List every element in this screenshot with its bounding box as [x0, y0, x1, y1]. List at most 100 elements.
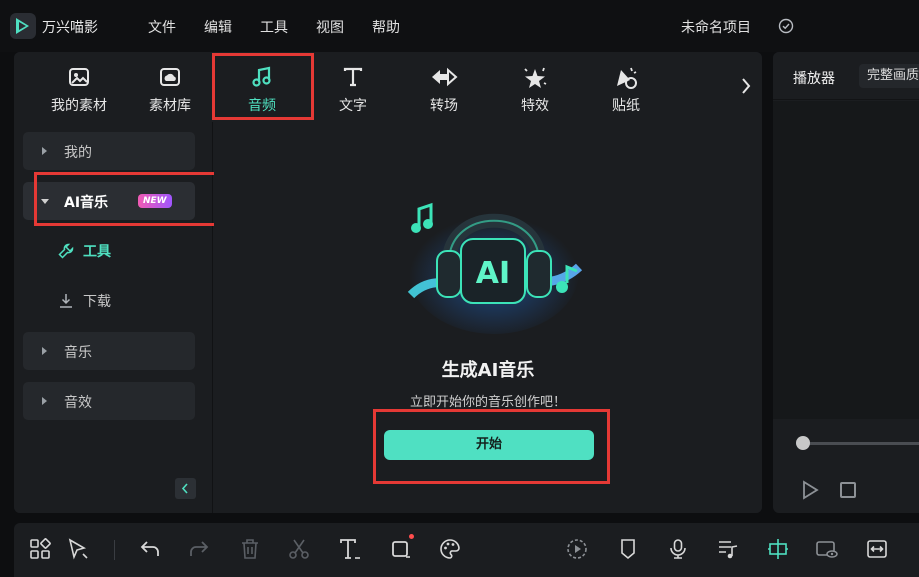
tab-label: 素材库 — [149, 98, 191, 114]
microphone-icon — [670, 539, 686, 559]
marker-button[interactable] — [616, 537, 640, 561]
video-preview — [773, 101, 919, 419]
marker-shield-icon — [621, 539, 635, 560]
text-t-icon — [340, 539, 360, 559]
preview-window-button[interactable] — [815, 537, 839, 561]
generate-subtitle: 立即开始你的音乐创作吧！ — [409, 395, 566, 410]
snap-button[interactable] — [766, 537, 790, 561]
sticker-icon — [617, 67, 637, 89]
play-icon[interactable] — [801, 480, 819, 500]
new-badge: NEW — [138, 194, 172, 208]
tab-label: 贴纸 — [612, 98, 640, 114]
split-button[interactable] — [287, 537, 311, 561]
chevron-left-icon — [181, 483, 188, 494]
color-button[interactable] — [438, 537, 462, 561]
sidebar-item-music[interactable]: 音乐 — [23, 332, 195, 370]
image-icon — [69, 68, 89, 86]
wrench-icon — [58, 243, 74, 259]
menu-view[interactable]: 视图 — [316, 17, 344, 37]
text-tool-button[interactable] — [338, 537, 362, 561]
tab-transition[interactable]: 转场 — [398, 52, 490, 122]
tab-library[interactable]: 素材库 — [124, 52, 216, 122]
layout-grid-button[interactable] — [28, 537, 52, 561]
stop-button[interactable] — [840, 482, 856, 498]
media-toolbar: 我的素材 素材库 音频 文字 转场 特效 贴纸 — [14, 52, 762, 122]
music-list-icon — [719, 541, 738, 559]
expand-triangle-icon — [42, 347, 47, 355]
scrubber-handle[interactable] — [796, 436, 810, 450]
toolbar-divider — [114, 540, 115, 560]
sidebar-item-label: 音乐 — [64, 345, 92, 361]
download-icon — [60, 294, 72, 308]
audio-list-button[interactable] — [716, 537, 740, 561]
record-voice-button[interactable] — [666, 537, 690, 561]
tab-text[interactable]: 文字 — [307, 52, 399, 122]
quality-dropdown[interactable]: 完整画质 — [859, 64, 919, 88]
cloud-library-icon — [160, 68, 180, 86]
player-panel: 播放器 完整画质 — [773, 52, 919, 513]
save-status-check-icon[interactable] — [778, 18, 794, 34]
transition-icon — [432, 67, 458, 87]
cursor-arrow-icon — [68, 538, 88, 560]
expand-triangle-icon — [42, 397, 47, 405]
text-t-icon — [343, 67, 363, 87]
tab-label: 特效 — [521, 98, 549, 114]
project-name[interactable]: 未命名项目 — [681, 17, 751, 37]
select-tool-button[interactable] — [66, 537, 90, 561]
ai-music-content: AI 生成AI音乐 立即开始你的音乐创作吧！ 开始 — [214, 122, 762, 513]
sparkle-star-icon — [524, 67, 547, 88]
trash-icon — [242, 539, 258, 559]
menu-file[interactable]: 文件 — [148, 17, 176, 37]
menu-tools[interactable]: 工具 — [260, 17, 288, 37]
start-button[interactable]: 开始 — [384, 430, 594, 460]
menu-help[interactable]: 帮助 — [372, 17, 400, 37]
palette-icon — [440, 539, 460, 559]
delete-button[interactable] — [238, 537, 262, 561]
notification-dot — [409, 534, 414, 539]
tab-my-media[interactable]: 我的素材 — [33, 52, 125, 122]
sidebar-item-label: 我的 — [64, 145, 92, 161]
scissors-icon — [289, 539, 309, 559]
app-name: 万兴喵影 — [42, 20, 98, 36]
sidebar-item-label: AI音乐 — [64, 195, 109, 211]
fit-width-icon — [867, 540, 887, 558]
ai-headphones-illustration: AI — [407, 202, 583, 334]
tab-label: 文字 — [339, 98, 367, 114]
crop-square-icon — [392, 541, 410, 558]
redo-button[interactable] — [187, 537, 211, 561]
hero-ai-text: AI — [476, 256, 510, 291]
sidebar-item-ai-music[interactable]: AI音乐 NEW — [23, 182, 195, 220]
render-preview-button[interactable] — [565, 537, 589, 561]
tab-player[interactable]: 播放器 — [793, 68, 835, 88]
chevron-right-icon[interactable] — [738, 76, 754, 96]
sidebar-item-mine[interactable]: 我的 — [23, 132, 195, 170]
play-circle-dashed-icon — [567, 539, 587, 559]
crop-button[interactable] — [389, 537, 413, 561]
monitor-eye-icon — [816, 541, 838, 558]
collapse-sidebar-button[interactable] — [175, 478, 196, 499]
sidebar-item-sound-effects[interactable]: 音效 — [23, 382, 195, 420]
audio-sidebar: 我的 AI音乐 NEW 工具 下载 音乐 音效 — [14, 122, 213, 513]
subitem-label: 工具 — [83, 244, 111, 260]
collapse-triangle-icon — [41, 199, 49, 204]
playback-scrubber[interactable] — [803, 442, 919, 445]
tab-stickers[interactable]: 贴纸 — [580, 52, 672, 122]
media-panel: 我的素材 素材库 音频 文字 转场 特效 贴纸 我的 AI音乐 NEW 工具 下… — [14, 52, 762, 513]
undo-button[interactable] — [138, 537, 162, 561]
redo-icon — [190, 541, 209, 556]
tab-label: 转场 — [430, 98, 458, 114]
player-header: 播放器 完整画质 — [773, 52, 919, 100]
sidebar-item-label: 音效 — [64, 395, 92, 411]
timeline-toolbar — [14, 523, 919, 577]
menu-bar: 文件 编辑 工具 视图 帮助 — [148, 17, 428, 37]
menu-edit[interactable]: 编辑 — [204, 17, 232, 37]
fit-timeline-button[interactable] — [865, 537, 889, 561]
music-note-icon — [252, 66, 271, 87]
tab-label: 我的素材 — [51, 98, 107, 114]
tab-effects[interactable]: 特效 — [489, 52, 581, 122]
tab-audio[interactable]: 音频 — [216, 52, 308, 122]
app-logo — [10, 13, 36, 39]
title-bar: 万兴喵影 文件 编辑 工具 视图 帮助 未命名项目 — [0, 0, 919, 52]
snap-magnet-icon — [768, 539, 788, 559]
tab-label: 音频 — [248, 98, 276, 114]
